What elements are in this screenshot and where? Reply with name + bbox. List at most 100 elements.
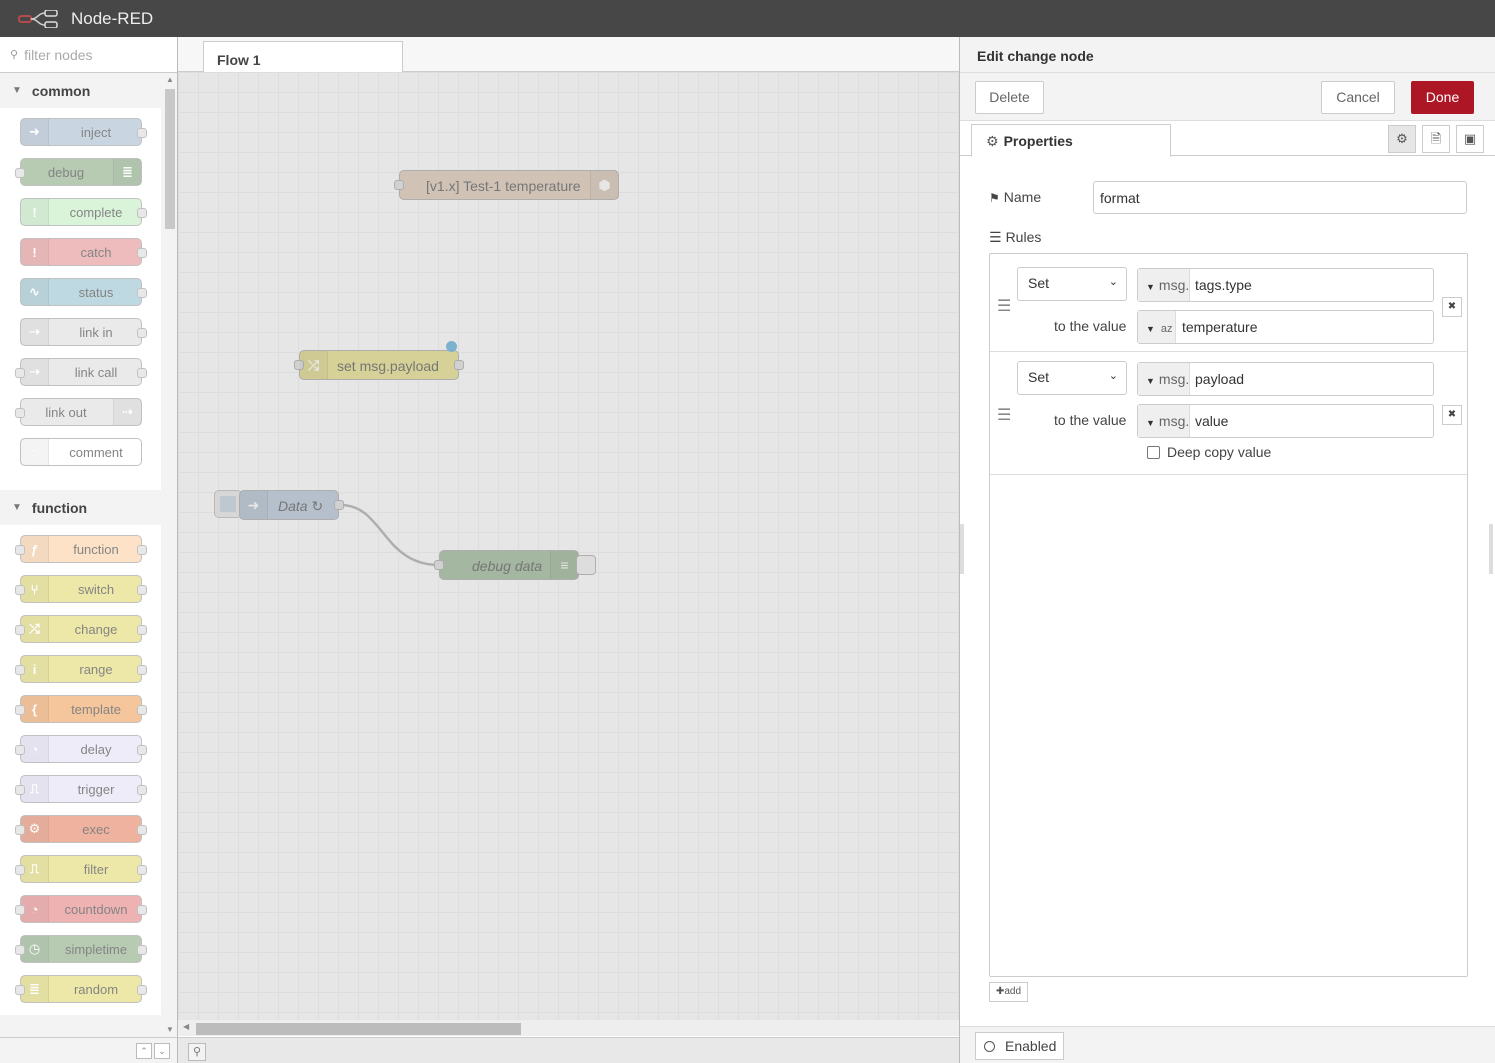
palette-node-label: exec	[82, 822, 110, 837]
palette-node-complete[interactable]: ! complete	[20, 198, 147, 226]
output-port	[137, 985, 147, 995]
palette-node-trigger[interactable]: ⎍ trigger	[15, 775, 147, 803]
input-port	[15, 545, 25, 555]
type-select-button[interactable]: ▼ msg.	[1138, 269, 1190, 301]
palette-node-comment[interactable]: ◌ comment	[20, 438, 142, 466]
switch-icon: ⑂	[21, 576, 49, 602]
output-port	[137, 328, 147, 338]
palette-node-random[interactable]: ≣ random	[15, 975, 147, 1003]
expand-all-icon[interactable]: ⌄	[154, 1043, 170, 1059]
chevron-down-icon: ▼	[12, 85, 22, 96]
palette-node-inject[interactable]: ➜ inject	[20, 118, 147, 146]
remove-rule-button[interactable]: ✖	[1442, 297, 1462, 317]
type-select-button[interactable]: ▼ msg.	[1138, 363, 1190, 395]
input-port	[15, 625, 25, 635]
input-port	[15, 408, 25, 418]
chevron-down-icon: ⌄	[1108, 370, 1118, 382]
palette-node-function[interactable]: ƒ function	[15, 535, 147, 563]
palette-node-status[interactable]: ∿ status	[20, 278, 147, 306]
rule-action-select[interactable]: Set ⌄	[1017, 361, 1127, 395]
chevron-down-icon: ▼	[12, 502, 22, 513]
palette-node-label: switch	[77, 582, 115, 597]
palette-node-list: ➜ inject ≣ debug! complete! catch ∿ status ⇢ link…	[0, 108, 161, 490]
palette-node-label: debug	[47, 165, 85, 180]
output-port	[137, 368, 147, 378]
palette-node-link-call[interactable]: ⇢ link call	[15, 358, 147, 386]
done-button[interactable]: Done	[1411, 81, 1474, 114]
search-icon[interactable]: ⚲	[188, 1043, 206, 1061]
tray-scroll-handle[interactable]	[1489, 524, 1493, 574]
tab-properties[interactable]: ⚙ Properties	[971, 124, 1171, 157]
output-port	[137, 825, 147, 835]
clock-icon: ◷	[21, 936, 49, 962]
palette-node-simpletime[interactable]: ◷ simpletime	[15, 935, 147, 963]
tab-flow-1[interactable]: Flow 1	[203, 41, 403, 73]
pulse-icon: ∿	[21, 279, 49, 305]
enabled-toggle[interactable]: Enabled	[975, 1032, 1064, 1060]
add-rule-button[interactable]: ✚add	[989, 982, 1028, 1002]
palette-node-link-out[interactable]: ⇢ link out	[15, 398, 142, 426]
arrow-right-icon: ➜	[21, 119, 49, 145]
flow-canvas[interactable]: [v1.x] Test-1 temperature ⬢ ⤮ set msg.pa…	[178, 72, 959, 1027]
input-port	[15, 825, 25, 835]
palette-search-input[interactable]: ⚲ filter nodes	[0, 37, 177, 73]
palette-node-change[interactable]: ⤮ change	[15, 615, 147, 643]
palette-node-catch[interactable]: ! catch	[20, 238, 147, 266]
palette-node-template[interactable]: {template	[15, 695, 147, 723]
palette-node-countdown[interactable]: ◔ countdown	[15, 895, 147, 923]
type-select-button[interactable]: ▼ az	[1138, 311, 1176, 343]
settings-tab-icon[interactable]: ⚙	[1388, 125, 1416, 153]
palette-node-filter[interactable]: ⎍ filter	[15, 855, 147, 883]
palette-node-debug[interactable]: ≣ debug	[15, 158, 142, 186]
drag-handle-icon[interactable]: ☰	[997, 296, 1011, 316]
palette-node-label: filter	[83, 862, 109, 877]
app-header: Node-RED	[0, 0, 1495, 37]
rule-target-input[interactable]: ▼ msg. tags.type	[1137, 268, 1434, 302]
rule-value-input[interactable]: ▼ msg. value	[1137, 404, 1434, 438]
workspace-h-scroll-thumb[interactable]	[196, 1023, 521, 1035]
description-tab-icon[interactable]: 🗎	[1422, 125, 1450, 153]
palette-node-delay[interactable]: ◔ delay	[15, 735, 147, 763]
deep-copy-option[interactable]: Deep copy value	[1147, 444, 1271, 460]
gear-icon: ⚙	[986, 133, 999, 149]
drag-handle-icon[interactable]: ☰	[997, 405, 1011, 425]
list-icon: ≣	[113, 159, 141, 185]
type-select-button[interactable]: ▼ msg.	[1138, 405, 1190, 437]
palette-scrollbar[interactable]: ▲ ▼	[163, 73, 177, 1063]
palette-node-switch[interactable]: ⑂ switch	[15, 575, 147, 603]
deep-copy-checkbox[interactable]	[1147, 445, 1160, 459]
canvas-dim-overlay	[178, 72, 959, 1027]
palette-scroll-thumb[interactable]	[165, 89, 175, 229]
output-port	[137, 705, 147, 715]
palette-node-label: link call	[74, 365, 118, 380]
name-input[interactable]	[1093, 181, 1467, 214]
output-port	[137, 905, 147, 915]
output-port	[137, 745, 147, 755]
appearance-tab-icon[interactable]: ▣	[1456, 125, 1484, 153]
palette-node-label: trigger	[77, 782, 115, 797]
palette-node-link-in[interactable]: ⇢ link in	[20, 318, 147, 346]
workspace-h-scrollbar[interactable]: ◀	[178, 1020, 959, 1036]
delete-button[interactable]: Delete	[975, 81, 1044, 114]
output-port	[137, 585, 147, 595]
output-port	[137, 128, 147, 138]
palette-node-range[interactable]: i range	[15, 655, 147, 683]
collapse-all-icon[interactable]: ⌃	[136, 1043, 152, 1059]
tray-footer: Enabled	[960, 1026, 1495, 1063]
palette-category-function[interactable]: ▼ function	[0, 490, 177, 525]
palette-node-exec[interactable]: ⚙ exec	[15, 815, 147, 843]
rule-action-select[interactable]: Set ⌄	[1017, 267, 1127, 301]
cancel-button[interactable]: Cancel	[1321, 81, 1395, 114]
link-icon: ⇢	[21, 319, 49, 345]
output-port	[137, 288, 147, 298]
rule-value-input[interactable]: ▼ az temperature	[1137, 310, 1434, 344]
rule-target-input[interactable]: ▼ msg. payload	[1137, 362, 1434, 396]
shuffle-icon: ⤮	[21, 616, 49, 642]
rules-label: ☰ Rules	[989, 229, 1041, 246]
palette-node-label: template	[71, 702, 121, 717]
input-port	[15, 665, 25, 675]
palette-category-common[interactable]: ▼ common	[0, 73, 177, 108]
palette-categories: ▼ common ➜ inject ≣ debug ! complete ! catch ∿ stat…	[0, 73, 177, 1015]
tray-resize-handle[interactable]	[960, 524, 964, 574]
remove-rule-button[interactable]: ✖	[1442, 405, 1462, 425]
